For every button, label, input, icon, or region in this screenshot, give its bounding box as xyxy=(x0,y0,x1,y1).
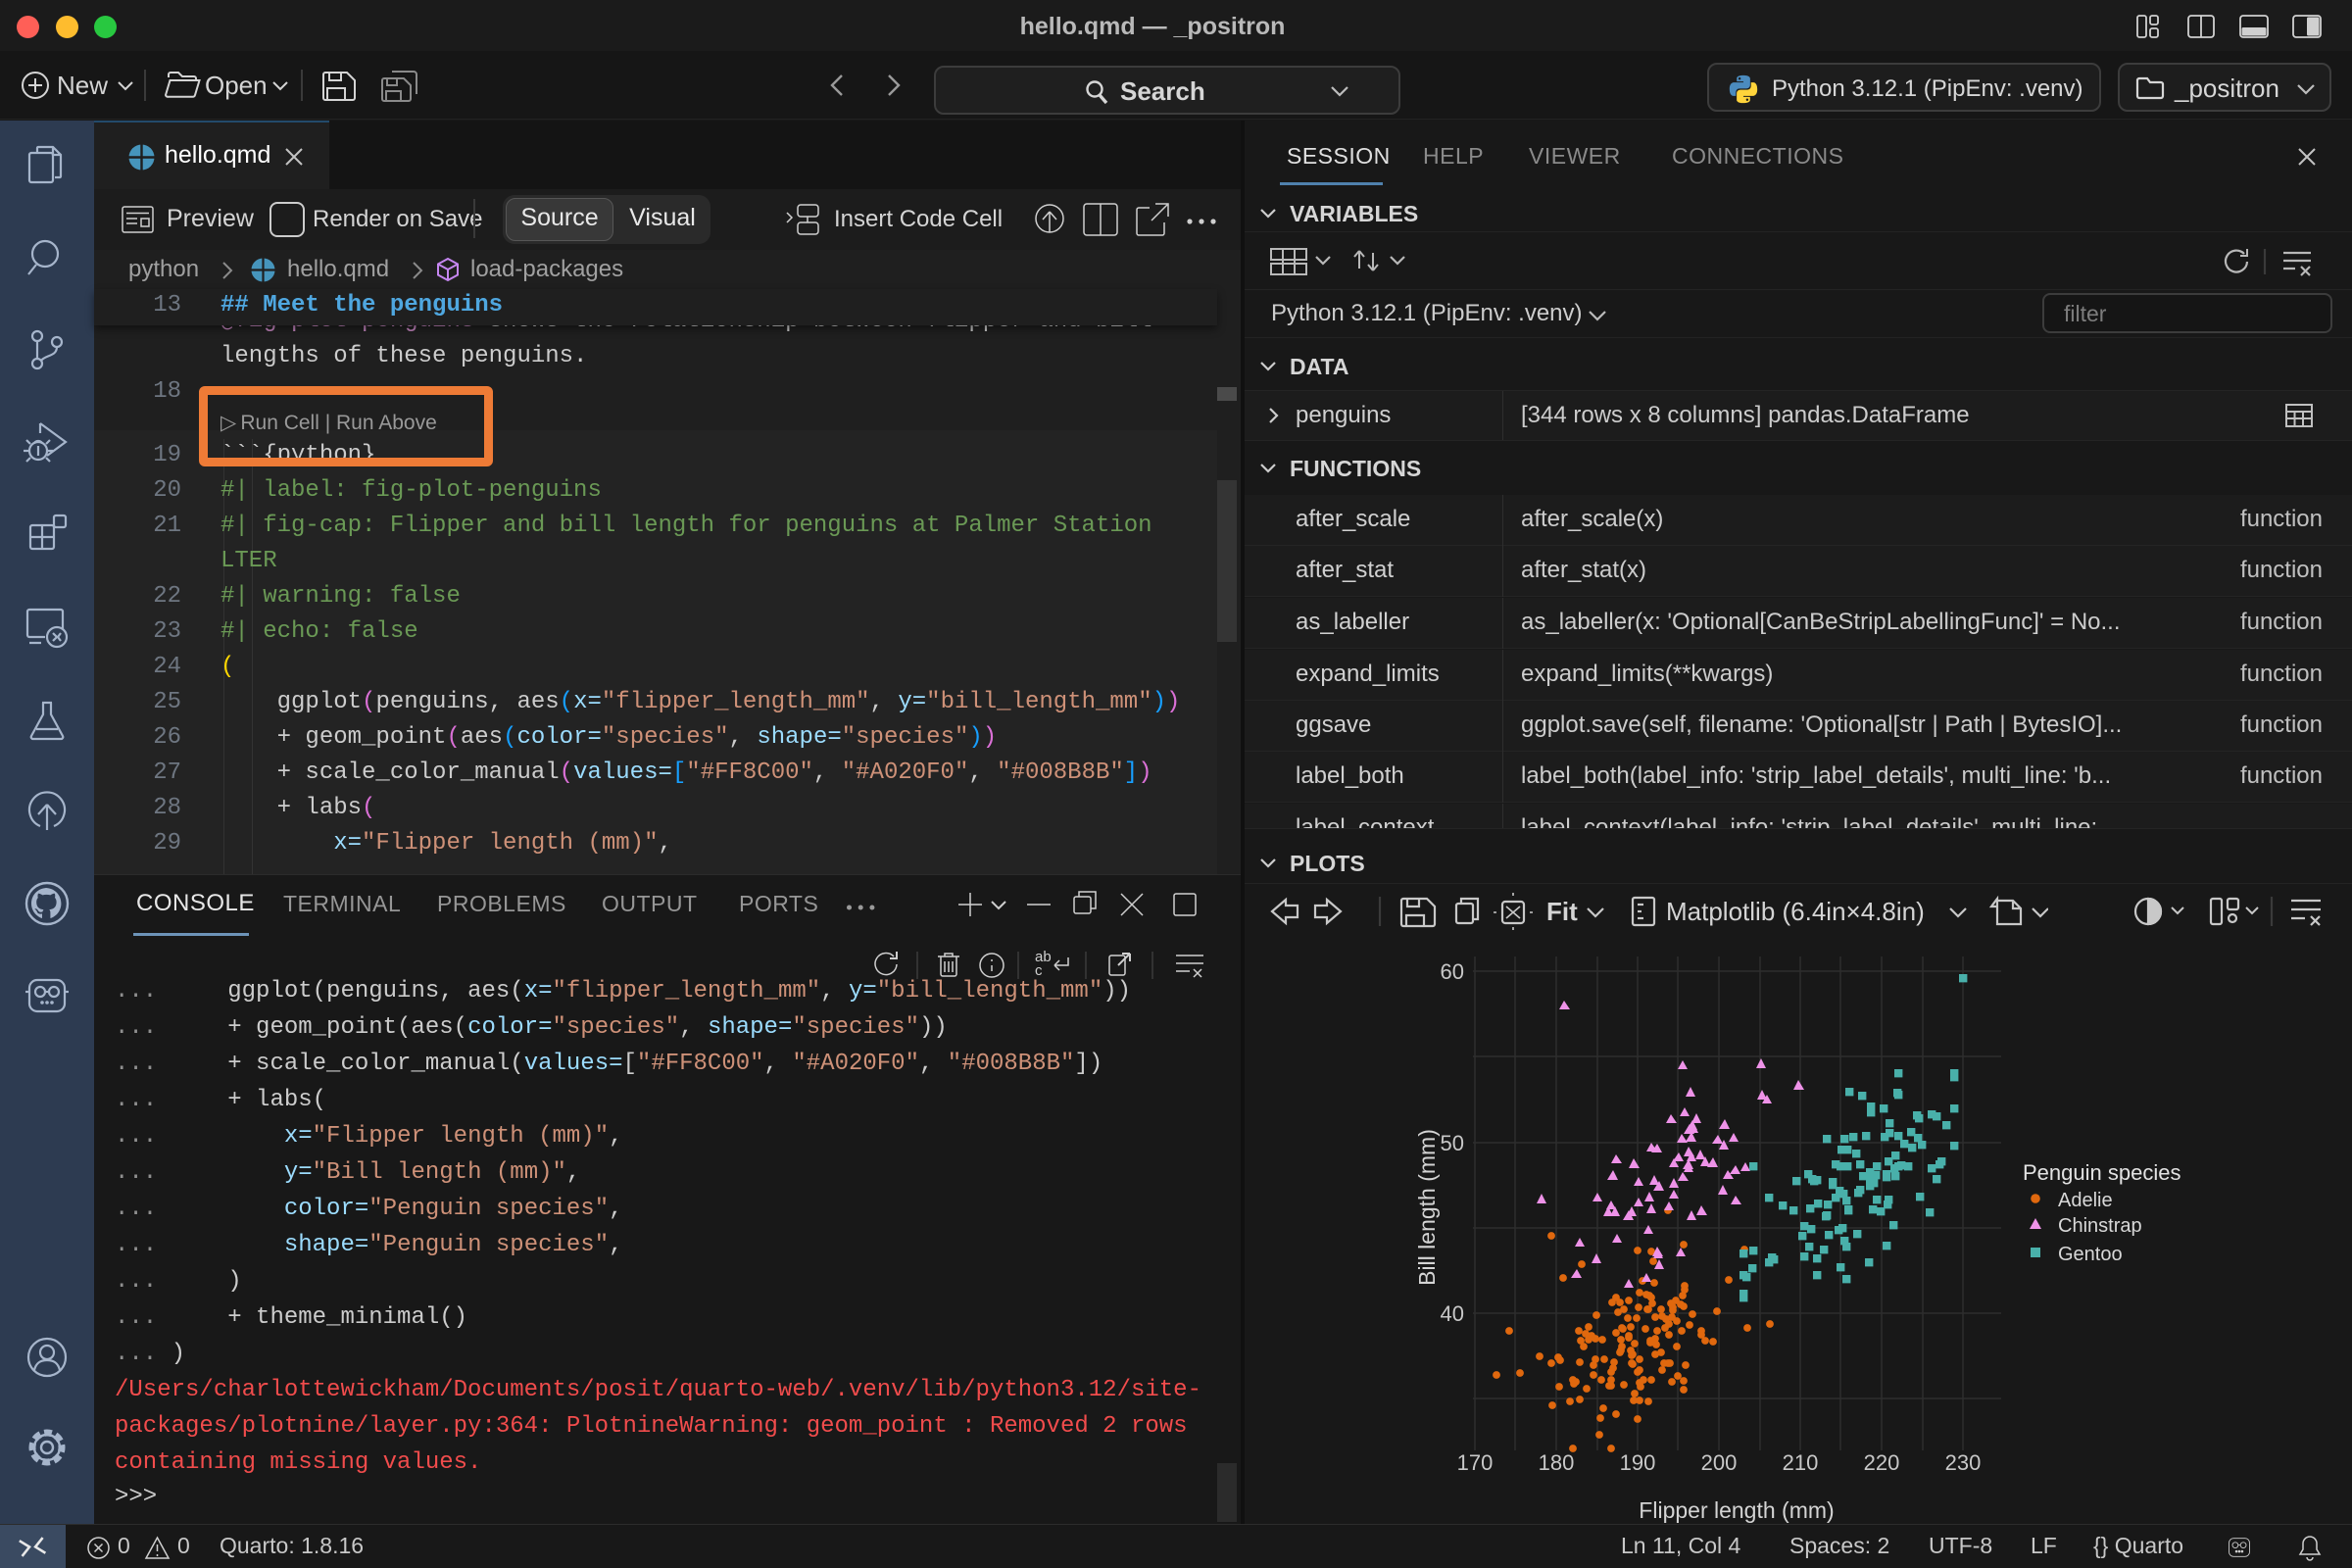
svg-text:Penguin species: Penguin species xyxy=(2023,1160,2180,1185)
svg-text:40: 40 xyxy=(1441,1301,1464,1326)
svg-text:Fit: Fit xyxy=(1546,897,1578,926)
svg-text:Adelie: Adelie xyxy=(2058,1190,2113,1211)
svg-text:Open: Open xyxy=(205,71,268,100)
svg-text:170: 170 xyxy=(1457,1450,1494,1475)
svg-text:200: 200 xyxy=(1701,1450,1738,1475)
svg-text:Gentoo: Gentoo xyxy=(2058,1244,2123,1265)
svg-text:Chinstrap: Chinstrap xyxy=(2058,1215,2142,1237)
svg-text:230: 230 xyxy=(1945,1450,1982,1475)
svg-text:Matplotlib (6.4in×4.8in): Matplotlib (6.4in×4.8in) xyxy=(1666,897,1925,926)
svg-text:New: New xyxy=(57,71,108,100)
svg-text:60: 60 xyxy=(1441,959,1464,984)
svg-text:Flipper length (mm): Flipper length (mm) xyxy=(1639,1497,1834,1523)
svg-text:220: 220 xyxy=(1864,1450,1900,1475)
svg-text:190: 190 xyxy=(1620,1450,1656,1475)
svg-text:50: 50 xyxy=(1441,1131,1464,1155)
svg-text:180: 180 xyxy=(1539,1450,1575,1475)
svg-text:210: 210 xyxy=(1783,1450,1819,1475)
svg-text:Bill length (mm): Bill length (mm) xyxy=(1414,1129,1440,1286)
